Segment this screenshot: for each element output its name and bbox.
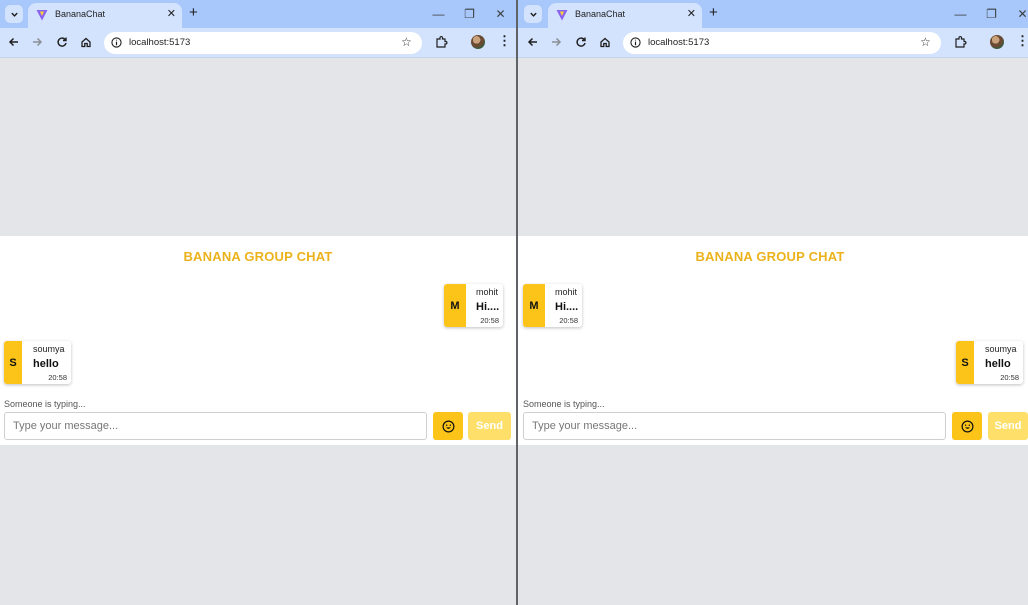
new-tab-button[interactable]: +: [709, 4, 718, 21]
message-input[interactable]: [4, 412, 427, 440]
message-text: hello: [33, 358, 59, 370]
address-bar[interactable]: localhost:5173 ☆: [623, 32, 941, 54]
tab-title: BananaChat: [575, 9, 626, 19]
chat-title: BANANA GROUP CHAT: [695, 249, 845, 264]
message-text: Hi....: [555, 301, 579, 313]
smiley-icon: [442, 420, 454, 432]
message-time: 20:58: [559, 316, 578, 325]
message-text: Hi....: [476, 301, 500, 313]
tab-strip: BananaChat ✕ + — ❐ ✕: [518, 0, 1028, 28]
url-text: localhost:5173: [129, 37, 191, 48]
arrow-right-icon: [552, 37, 562, 47]
send-button[interactable]: Send: [468, 412, 511, 440]
info-icon[interactable]: [630, 37, 641, 48]
smiley-icon: [961, 420, 973, 432]
new-tab-button[interactable]: +: [189, 4, 198, 21]
page-viewport: BANANA GROUP CHAT M mohit Hi.... 20:58 S…: [0, 59, 516, 605]
tab-strip: BananaChat ✕ + — ❐ ✕: [0, 0, 516, 28]
tab-search-button[interactable]: [5, 5, 23, 23]
typing-indicator: Someone is typing...: [523, 399, 605, 409]
browser-tab[interactable]: BananaChat ✕: [28, 3, 182, 28]
browser-toolbar: localhost:5173 ☆ ⋮: [518, 28, 1028, 58]
url-text: localhost:5173: [648, 37, 710, 48]
emoji-button[interactable]: [952, 412, 982, 440]
browser-toolbar: localhost:5173 ☆ ⋮: [0, 28, 516, 58]
message-soumya: S soumya hello 20:58: [4, 341, 71, 384]
back-button[interactable]: [6, 34, 22, 50]
forward-button[interactable]: [548, 34, 564, 50]
vite-logo-icon: [556, 10, 568, 21]
home-icon: [81, 37, 91, 48]
message-mohit: M mohit Hi.... 20:58: [444, 284, 503, 327]
page-viewport: BANANA GROUP CHAT M mohit Hi.... 20:58 S…: [518, 59, 1028, 605]
message-username: mohit: [555, 287, 578, 297]
browser-window-left: BananaChat ✕ + — ❐ ✕ localhost:5173 ☆ ⋮ …: [0, 0, 516, 605]
message-time: 20:58: [48, 373, 67, 382]
arrow-left-icon: [527, 37, 537, 47]
forward-button[interactable]: [29, 34, 45, 50]
window-controls: — ❐ ✕: [423, 0, 516, 28]
profile-avatar[interactable]: [471, 35, 485, 49]
message-time: 20:58: [1000, 373, 1019, 382]
profile-avatar[interactable]: [990, 35, 1004, 49]
avatar: S: [4, 341, 22, 384]
minimize-button[interactable]: —: [423, 7, 454, 21]
message-mohit: M mohit Hi.... 20:58: [523, 284, 582, 327]
home-button[interactable]: [597, 34, 613, 50]
close-tab-icon[interactable]: ✕: [687, 7, 696, 20]
browser-menu-icon[interactable]: ⋮: [1016, 34, 1028, 48]
arrow-left-icon: [8, 37, 18, 47]
browser-window-right: BananaChat ✕ + — ❐ ✕ localhost:5173 ☆ ⋮ …: [518, 0, 1028, 605]
chat-container: BANANA GROUP CHAT M mohit Hi.... 20:58 S…: [518, 236, 1028, 445]
message-time: 20:58: [480, 316, 499, 325]
message-username: soumya: [33, 344, 65, 354]
reload-icon: [57, 37, 67, 47]
chevron-down-icon: [529, 12, 537, 17]
message-soumya: S soumya hello 20:58: [956, 341, 1023, 384]
info-icon[interactable]: [111, 37, 122, 48]
window-controls: — ❐ ✕: [945, 0, 1028, 28]
vite-logo-icon: [36, 10, 48, 21]
back-button[interactable]: [525, 34, 541, 50]
chat-container: BANANA GROUP CHAT M mohit Hi.... 20:58 S…: [0, 236, 516, 445]
chevron-down-icon: [10, 12, 18, 17]
chat-title: BANANA GROUP CHAT: [183, 249, 333, 264]
extensions-icon[interactable]: [434, 35, 448, 49]
browser-menu-icon[interactable]: ⋮: [498, 34, 511, 48]
extensions-icon[interactable]: [953, 35, 967, 49]
restore-button[interactable]: ❐: [454, 7, 485, 21]
typing-indicator: Someone is typing...: [4, 399, 86, 409]
message-username: mohit: [476, 287, 499, 297]
bookmark-star-icon[interactable]: ☆: [920, 35, 931, 49]
close-window-button[interactable]: ✕: [485, 7, 516, 21]
reload-button[interactable]: [573, 34, 589, 50]
arrow-right-icon: [33, 37, 43, 47]
restore-button[interactable]: ❐: [976, 7, 1007, 21]
avatar: S: [956, 341, 974, 384]
minimize-button[interactable]: —: [945, 7, 976, 21]
avatar: M: [523, 284, 545, 327]
reload-button[interactable]: [54, 34, 70, 50]
reload-icon: [576, 37, 586, 47]
send-button[interactable]: Send: [988, 412, 1028, 440]
tab-title: BananaChat: [55, 9, 106, 19]
close-window-button[interactable]: ✕: [1007, 7, 1028, 21]
emoji-button[interactable]: [433, 412, 463, 440]
browser-tab[interactable]: BananaChat ✕: [548, 3, 702, 28]
message-input[interactable]: [523, 412, 946, 440]
close-tab-icon[interactable]: ✕: [167, 7, 176, 20]
bookmark-star-icon[interactable]: ☆: [401, 35, 412, 49]
message-text: hello: [985, 358, 1011, 370]
desktop: BananaChat ✕ + — ❐ ✕ localhost:5173 ☆ ⋮ …: [0, 0, 1028, 605]
home-icon: [600, 37, 610, 48]
avatar: M: [444, 284, 466, 327]
address-bar[interactable]: localhost:5173 ☆: [104, 32, 422, 54]
tab-search-button[interactable]: [524, 5, 542, 23]
home-button[interactable]: [78, 34, 94, 50]
message-username: soumya: [985, 344, 1017, 354]
